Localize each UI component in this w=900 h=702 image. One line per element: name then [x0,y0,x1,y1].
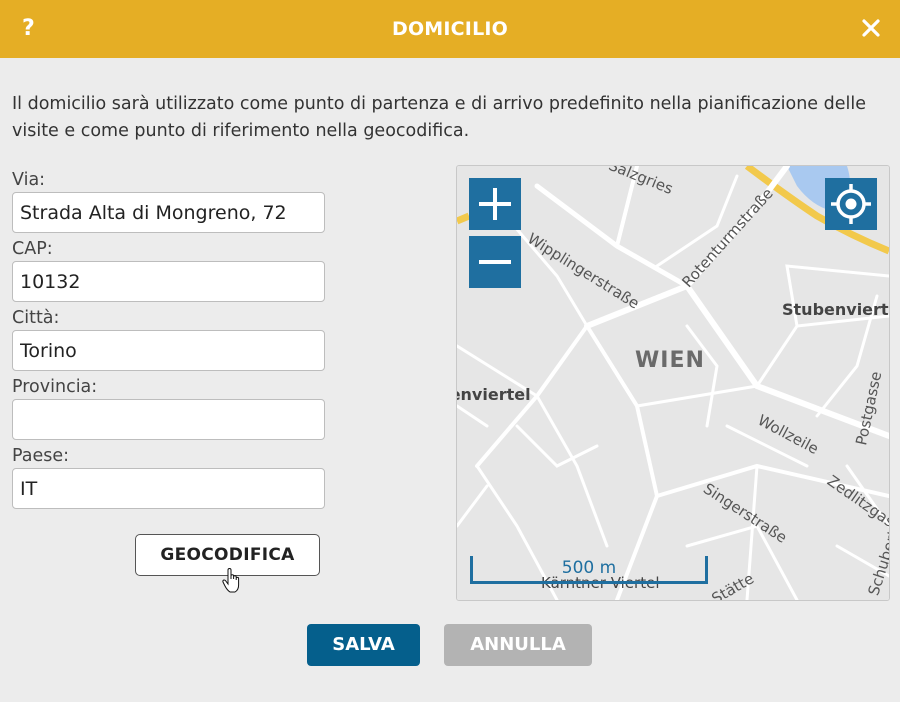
dialog-title: DOMICILIO [391,18,509,40]
locate-button[interactable] [825,178,877,230]
hand-cursor-icon [222,568,240,593]
minus-icon [479,260,511,264]
cancel-button[interactable]: ANNULLA [444,624,592,666]
dialog-header: ? DOMICILIO [0,0,900,58]
via-input[interactable] [12,192,325,233]
map-streets [457,166,889,600]
cap-input[interactable] [12,261,325,302]
paese-label: Paese: [12,446,70,466]
map-label-wien: WIEN [635,348,705,373]
map[interactable]: Salzgries Wipplingerstraße Rotenturmstra… [456,165,890,601]
provincia-label: Provincia: [12,377,98,397]
paese-input[interactable] [12,468,325,509]
map-label-schottenviertel: Schottenviertel [457,385,531,404]
map-scale: 500 m [470,556,708,584]
map-label-stubenviertel: Stubenviertel [782,300,889,319]
dialog-description: Il domicilio sarà utilizzato come punto … [12,94,867,141]
save-button[interactable]: SALVA [307,624,420,666]
citta-label: Città: [12,308,60,328]
map-scale-label: 500 m [561,558,617,578]
zoom-out-button[interactable] [469,236,521,288]
plus-icon [479,188,511,220]
via-label: Via: [12,170,46,190]
provincia-input[interactable] [12,399,325,440]
crosshair-icon [831,184,871,224]
cap-label: CAP: [12,239,53,259]
close-icon[interactable] [860,17,882,39]
zoom-in-button[interactable] [469,178,521,230]
citta-input[interactable] [12,330,325,371]
